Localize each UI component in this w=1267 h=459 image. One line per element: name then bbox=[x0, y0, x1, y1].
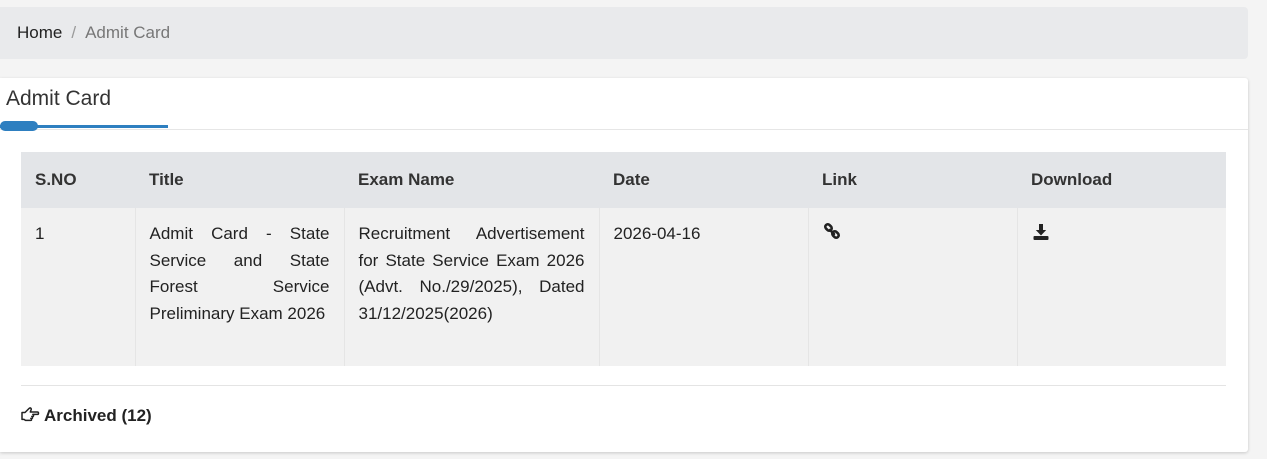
column-header-link: Link bbox=[808, 152, 1017, 208]
cell-link bbox=[807, 208, 1017, 366]
breadcrumb: Home / Admit Card bbox=[0, 7, 1248, 59]
breadcrumb-home-link[interactable]: Home bbox=[17, 23, 62, 43]
cell-download bbox=[1016, 208, 1226, 366]
panel-title-accent bbox=[0, 121, 38, 131]
admit-card-panel: Admit Card S.NO Title Exam Name Date Lin… bbox=[0, 78, 1248, 452]
table-row: 1 Admit Card - State Service and State F… bbox=[21, 208, 1226, 366]
panel-title: Admit Card bbox=[6, 87, 112, 110]
column-header-title: Title bbox=[135, 152, 344, 208]
hand-pointing-right-icon bbox=[20, 405, 40, 428]
download-icon[interactable] bbox=[1032, 223, 1052, 243]
admit-card-table: S.NO Title Exam Name Date Link Download … bbox=[21, 152, 1226, 366]
archived-link[interactable]: Archived (12) bbox=[20, 404, 152, 428]
breadcrumb-separator: / bbox=[71, 23, 77, 42]
cell-date: 2026-04-16 bbox=[598, 208, 808, 366]
column-header-date: Date bbox=[599, 152, 808, 208]
link-icon[interactable] bbox=[823, 222, 843, 243]
breadcrumb-current: Admit Card bbox=[85, 23, 171, 42]
archived-label: Archived (12) bbox=[44, 406, 152, 425]
cell-title: Admit Card - State Service and State For… bbox=[134, 208, 344, 366]
column-header-download: Download bbox=[1017, 152, 1226, 208]
panel-header: Admit Card bbox=[0, 78, 1248, 131]
column-header-sno: S.NO bbox=[21, 152, 135, 208]
section-divider bbox=[21, 385, 1226, 386]
table-header-row: S.NO Title Exam Name Date Link Download bbox=[21, 152, 1226, 208]
cell-sno: 1 bbox=[21, 208, 135, 366]
column-header-exam-name: Exam Name bbox=[344, 152, 599, 208]
cell-exam-name: Recruitment Advertisement for State Serv… bbox=[343, 208, 599, 366]
